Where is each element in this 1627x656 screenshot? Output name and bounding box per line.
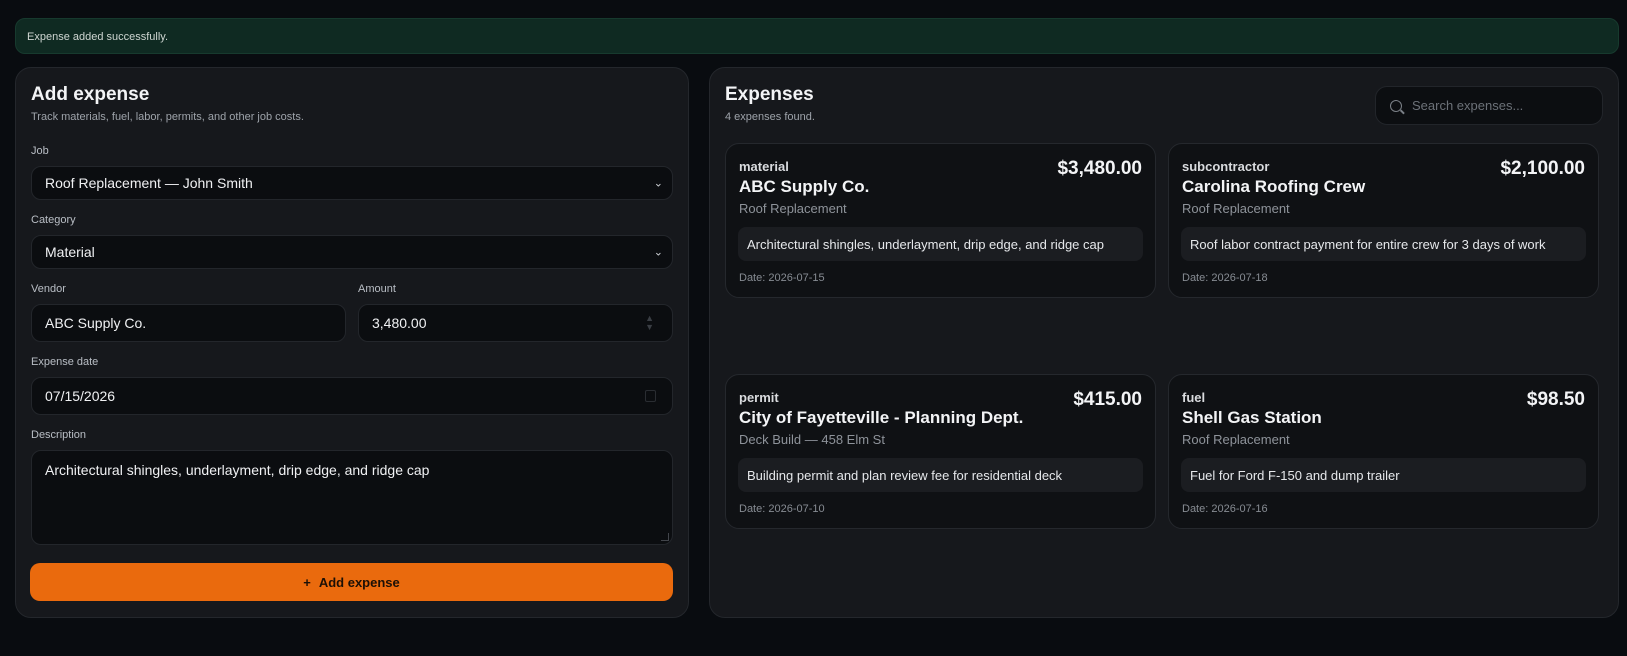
expense-category: subcontractor (1182, 159, 1270, 174)
vendor-label: Vendor (31, 283, 66, 295)
expense-amount: $415.00 (1073, 389, 1142, 410)
expense-amount: $98.50 (1526, 389, 1585, 410)
add-expense-button-label: Add expense (318, 574, 400, 590)
chevron-down-icon: ⌄ (653, 246, 663, 259)
expense-date-input[interactable]: 07/15/2026 (31, 377, 673, 415)
amount-label: Amount (358, 283, 396, 295)
expense-date-value: 07/15/2026 (45, 388, 116, 404)
expense-vendor: Carolina Roofing Crew (1182, 177, 1366, 196)
vendor-input[interactable]: ABC Supply Co. (31, 304, 346, 342)
date-label: Expense date (31, 356, 99, 368)
calendar-icon[interactable] (645, 390, 656, 402)
expense-description: Building permit and plan review fee for … (738, 458, 1143, 492)
expenses-title: Expenses (725, 84, 814, 105)
add-expense-button[interactable]: + Add expense (30, 563, 673, 601)
expense-date: Date: 2026-07-18 (1182, 272, 1268, 284)
job-select[interactable]: Roof Replacement — John Smith ⌄ (31, 166, 673, 200)
amount-input[interactable]: 3,480.00 ▲ ▼ (358, 304, 673, 342)
expense-card[interactable]: permit $415.00 City of Fayetteville - Pl… (725, 374, 1156, 529)
expense-job: Deck Build — 458 Elm St (739, 432, 885, 447)
expenses-count: 4 expenses found. (725, 111, 815, 123)
expense-job: Roof Replacement (1182, 432, 1290, 447)
expense-description: Architectural shingles, underlayment, dr… (738, 227, 1143, 261)
category-select-value: Material (45, 244, 95, 260)
category-label: Category (31, 214, 76, 226)
vendor-input-value: ABC Supply Co. (45, 315, 147, 331)
expense-card[interactable]: fuel $98.50 Shell Gas Station Roof Repla… (1168, 374, 1599, 529)
category-select[interactable]: Material ⌄ (31, 235, 673, 269)
expense-amount: $2,100.00 (1500, 158, 1585, 179)
search-icon (1390, 99, 1402, 112)
expense-category: permit (739, 390, 779, 405)
description-textarea[interactable]: Architectural shingles, underlayment, dr… (31, 450, 673, 545)
search-placeholder: Search expenses... (1412, 98, 1524, 113)
form-subtitle: Track materials, fuel, labor, permits, a… (31, 111, 304, 123)
job-label: Job (31, 145, 49, 157)
search-input[interactable]: Search expenses... (1375, 86, 1603, 125)
stepper-arrows-icon[interactable]: ▲ ▼ (645, 314, 654, 332)
amount-input-value: 3,480.00 (372, 315, 427, 331)
expense-card[interactable]: subcontractor $2,100.00 Carolina Roofing… (1168, 143, 1599, 298)
expense-date: Date: 2026-07-10 (739, 503, 825, 515)
expense-vendor: ABC Supply Co. (739, 177, 870, 196)
job-select-value: Roof Replacement — John Smith (45, 175, 253, 191)
expense-date: Date: 2026-07-16 (1182, 503, 1268, 515)
expense-vendor: Shell Gas Station (1182, 408, 1322, 427)
expense-category: material (739, 159, 789, 174)
success-toast: Expense added successfully. (15, 18, 1619, 54)
expense-card[interactable]: material $3,480.00 ABC Supply Co. Roof R… (725, 143, 1156, 298)
description-label: Description (31, 429, 87, 441)
expense-amount: $3,480.00 (1057, 158, 1142, 179)
expense-category: fuel (1182, 390, 1206, 405)
chevron-down-icon: ⌄ (653, 177, 663, 190)
description-value: Architectural shingles, underlayment, dr… (45, 462, 430, 478)
form-title: Add expense (31, 84, 150, 105)
expense-description: Roof labor contract payment for entire c… (1181, 227, 1586, 261)
expense-job: Roof Replacement (1182, 201, 1290, 216)
expense-job: Roof Replacement (739, 201, 847, 216)
plus-icon: + (303, 574, 311, 590)
expense-description: Fuel for Ford F-150 and dump trailer (1181, 458, 1586, 492)
expense-vendor: City of Fayetteville - Planning Dept. (739, 408, 1024, 427)
expense-date: Date: 2026-07-15 (739, 272, 825, 284)
resize-handle-icon[interactable] (661, 533, 669, 541)
